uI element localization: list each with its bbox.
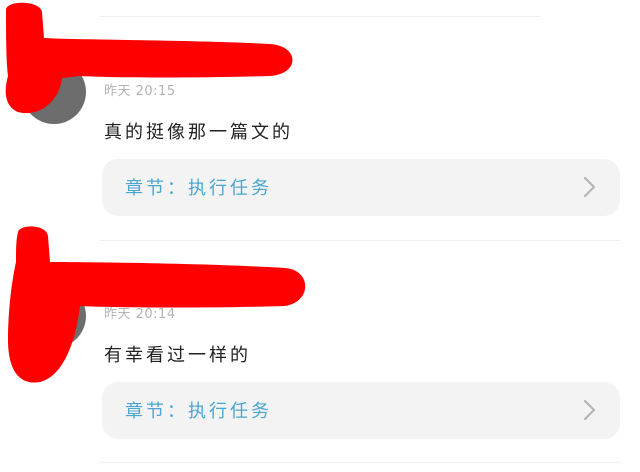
chapter-label: 章节：执行任务 — [125, 401, 272, 422]
chapter-label: 章节：执行任务 — [125, 178, 272, 199]
chevron-right-icon — [583, 176, 596, 198]
comment-divider — [100, 240, 620, 241]
avatar[interactable] — [22, 60, 86, 124]
top-divider — [100, 16, 540, 17]
bottom-divider — [100, 462, 620, 463]
comment-text: 真的挺像那一篇文的 — [104, 122, 293, 143]
chevron-right-icon — [583, 399, 596, 421]
chapter-link-card[interactable]: 章节：执行任务 — [102, 382, 620, 439]
comment-timestamp: 昨天 20:14 — [104, 307, 176, 322]
chapter-link-card[interactable]: 章节：执行任务 — [102, 159, 620, 216]
comment-timestamp: 昨天 20:15 — [104, 84, 176, 99]
comment-text: 有幸看过一样的 — [104, 345, 251, 366]
avatar[interactable] — [22, 284, 86, 348]
